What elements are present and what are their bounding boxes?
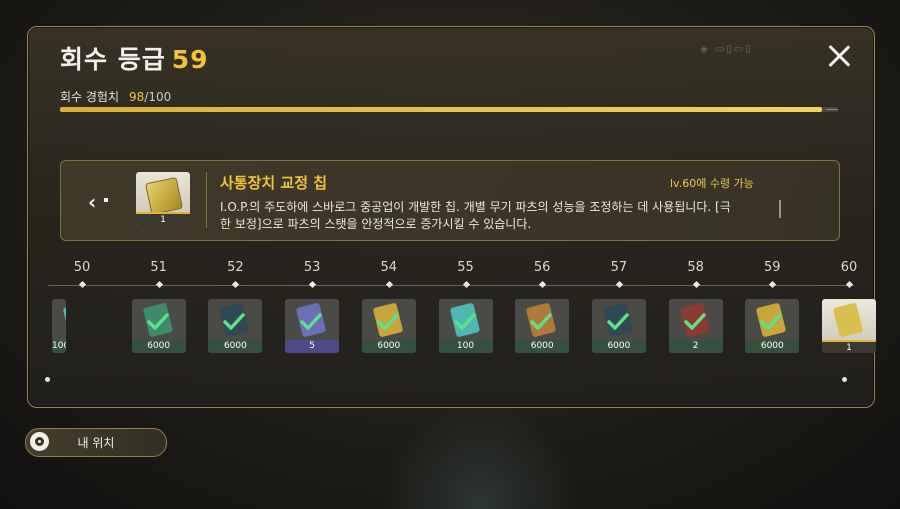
reward-slot[interactable]: 6000	[361, 299, 416, 353]
xp-row: 회수 경험치 98/100	[60, 88, 171, 105]
reward-quantity: 2	[668, 340, 723, 353]
level-label: 50	[73, 260, 91, 275]
level-label: 58	[687, 260, 704, 275]
claimed-check-icon	[223, 313, 246, 330]
track-corner-dot	[842, 377, 847, 382]
reward-quantity: 6000	[131, 340, 186, 353]
level-label: 57	[610, 260, 628, 275]
level-label: 56	[533, 260, 551, 275]
reward-quantity: 100	[438, 340, 493, 353]
selected-item-thumbnail: 1	[136, 172, 190, 226]
reward-quantity: 6000	[745, 340, 800, 353]
close-button[interactable]	[823, 40, 855, 72]
item-description: I.O.P.의 주도하에 스바로그 중공업이 개발한 칩. 개별 무기 파츠의 …	[220, 200, 731, 231]
track-corner-dot	[45, 377, 50, 382]
reward-quantity: 6000	[208, 340, 263, 353]
claimed-check-icon	[760, 313, 783, 330]
xp-bar-end-mark	[826, 109, 838, 110]
description-scrollbar[interactable]	[779, 200, 781, 218]
reward-slot[interactable]: 100	[52, 299, 66, 353]
level-label: 59	[764, 260, 781, 275]
claimed-check-icon	[683, 313, 706, 330]
reward-quantity: 1	[822, 340, 876, 353]
chip-icon	[145, 177, 183, 215]
claimed-check-icon	[453, 313, 476, 330]
reward-slot[interactable]: 6000	[745, 299, 800, 353]
my-position-label: 내 위치	[77, 436, 115, 450]
reward-slot[interactable]: 1	[822, 299, 876, 353]
reward-quantity: 6000	[515, 340, 570, 353]
reward-slot[interactable]: 6000	[131, 299, 186, 353]
xp-label: 회수 경험치	[60, 90, 120, 104]
reward-quantity: 6000	[591, 340, 646, 353]
back-arrow-dot	[104, 198, 108, 202]
reward-quantity: 100	[52, 340, 66, 353]
claimed-check-icon	[300, 313, 322, 330]
item-requirement: lv.60에 수령 가능	[670, 177, 754, 190]
background-glow	[380, 400, 580, 509]
reward-slot[interactable]: 6000	[208, 299, 263, 353]
reward-item-art	[832, 302, 864, 338]
claimed-check-icon	[65, 309, 66, 335]
level-label: 55	[457, 260, 474, 275]
claimed-check-icon	[377, 313, 399, 330]
reward-quantity: 5	[285, 340, 340, 353]
back-arrow-icon[interactable]: ‹	[88, 190, 96, 214]
claimed-check-icon	[146, 313, 169, 330]
page-title: 회수 등급 59	[60, 40, 209, 76]
xp-current: 98	[129, 90, 145, 104]
item-name: 사통장치 교정 칩	[220, 174, 328, 192]
reward-slot[interactable]: 6000	[591, 299, 646, 353]
selected-item-count: 1	[136, 212, 190, 226]
decorative-logo: ◈ ▭▯▭▯	[700, 44, 753, 55]
reward-slot[interactable]: 100	[438, 299, 493, 353]
reward-slot[interactable]: 5	[285, 299, 340, 353]
xp-progress-bar	[60, 107, 838, 112]
reward-slot[interactable]: 2	[668, 299, 723, 353]
level-label: 51	[150, 260, 167, 275]
card-divider	[206, 172, 207, 228]
claimed-check-icon	[530, 313, 552, 330]
reward-slot[interactable]: 6000	[515, 299, 570, 353]
level-label: 52	[227, 260, 244, 275]
level-label: 60	[840, 260, 858, 275]
level-label: 54	[380, 260, 398, 275]
claimed-check-icon	[607, 313, 629, 330]
reward-quantity: 6000	[361, 340, 416, 353]
xp-max: /100	[144, 90, 172, 104]
level-label: 53	[303, 260, 321, 275]
reward-track-line	[48, 285, 854, 286]
grade-value: 59	[171, 45, 209, 74]
title-text: 회수 등급	[60, 45, 166, 74]
xp-progress-fill	[60, 107, 823, 112]
my-position-button[interactable]: 내 위치	[25, 428, 167, 457]
